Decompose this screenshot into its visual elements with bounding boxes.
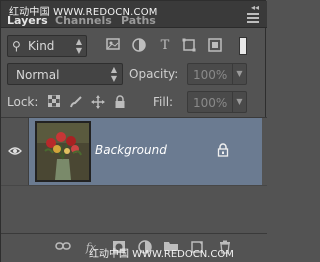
chevron-down-icon[interactable]: ▼ — [232, 92, 246, 112]
visibility-toggle[interactable] — [1, 118, 29, 185]
panel-header: 红动中国 WWW.REDOCN.COM Layers Channels Path… — [1, 1, 267, 28]
blend-mode-select[interactable]: Normal ▲ ▼ — [7, 63, 123, 85]
panel-menu-icon[interactable] — [247, 13, 259, 23]
chevron-updown-icon: ▲ ▼ — [75, 37, 82, 55]
layers-list-empty-area — [1, 185, 267, 233]
search-icon: ⚲ — [12, 39, 21, 53]
watermark-text-bottom: 红动中国 WWW.REDOCN.COM — [89, 249, 234, 260]
blend-mode-value: Normal — [16, 68, 60, 82]
type-filter-icon[interactable]: T — [157, 38, 173, 54]
layer-selected-area[interactable]: Background — [29, 118, 262, 185]
fill-label: Fill: — [153, 95, 174, 109]
tab-channels[interactable]: Channels — [55, 14, 112, 27]
layer-thumbnail — [35, 121, 91, 182]
chevron-down-icon[interactable]: ▼ — [232, 64, 246, 84]
fill-input[interactable]: 100% ▼ — [187, 91, 247, 113]
blend-row: Normal ▲ ▼ Opacity: 100% ▼ — [7, 63, 261, 85]
shape-filter-icon[interactable] — [181, 38, 197, 54]
adjustment-filter-icon[interactable] — [131, 38, 147, 54]
opacity-input[interactable]: 100% ▼ — [187, 63, 247, 85]
kind-filter-select[interactable]: ⚲ Kind ▲ ▼ — [7, 35, 87, 57]
lock-position-icon[interactable] — [91, 95, 105, 109]
lock-all-icon[interactable] — [113, 95, 127, 109]
eye-icon — [8, 147, 22, 155]
tab-layers[interactable]: Layers — [7, 14, 48, 27]
layer-name[interactable]: Background — [95, 143, 167, 157]
layer-row-background[interactable]: Background — [1, 118, 267, 185]
chevron-updown-icon: ▲ ▼ — [110, 65, 117, 83]
link-layers-icon[interactable] — [55, 240, 71, 256]
filter-row: ⚲ Kind ▲ ▼ T — [7, 35, 261, 57]
opacity-value: 100% — [193, 68, 228, 82]
lock-transparent-icon[interactable] — [47, 94, 61, 109]
collapse-icon[interactable]: ◂◂ — [251, 3, 259, 12]
lock-row: Lock: Fill: 100% ▼ — [7, 91, 261, 113]
fill-value: 100% — [193, 96, 228, 110]
layers-panel: 红动中国 WWW.REDOCN.COM Layers Channels Path… — [0, 0, 267, 262]
image-filter-icon[interactable] — [105, 38, 121, 54]
smart-object-filter-icon[interactable] — [207, 38, 223, 54]
layer-lock-icon — [217, 143, 229, 157]
opacity-label: Opacity: — [129, 67, 179, 81]
kind-label: Kind — [28, 39, 55, 53]
tab-paths[interactable]: Paths — [121, 14, 156, 27]
lock-label: Lock: — [7, 95, 39, 109]
lock-image-icon[interactable] — [69, 95, 83, 109]
filter-toggle-switch[interactable] — [239, 37, 247, 55]
